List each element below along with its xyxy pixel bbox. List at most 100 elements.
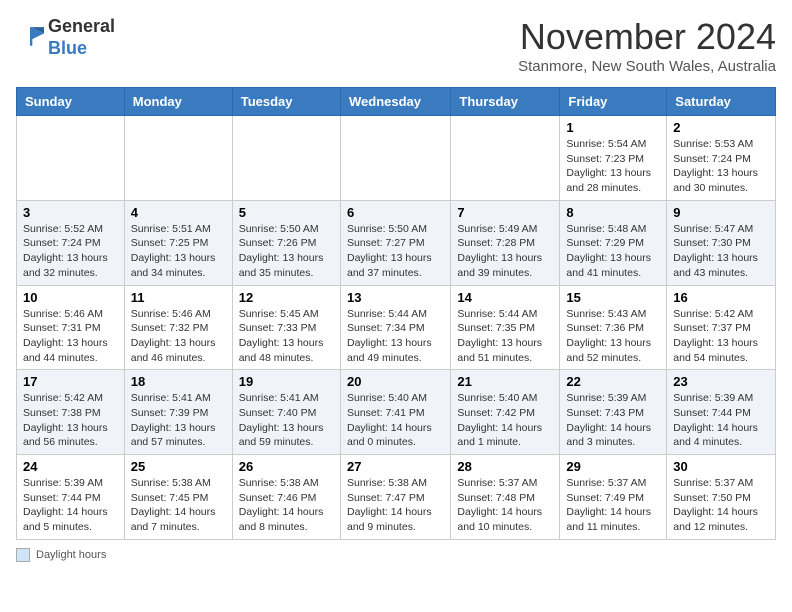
day-info: Sunrise: 5:49 AMSunset: 7:28 PMDaylight:… [457,222,553,281]
logo: General Blue [16,16,115,59]
day-number: 7 [457,205,553,220]
day-number: 27 [347,459,444,474]
day-cell [451,116,560,201]
day-info: Sunrise: 5:46 AMSunset: 7:31 PMDaylight:… [23,307,118,366]
day-cell: 3 Sunrise: 5:52 AMSunset: 7:24 PMDaylight… [17,200,125,285]
calendar-table: SundayMondayTuesdayWednesdayThursdayFrid… [16,87,776,540]
day-info: Sunrise: 5:41 AMSunset: 7:40 PMDaylight:… [239,391,334,450]
day-info: Sunrise: 5:53 AMSunset: 7:24 PMDaylight:… [673,137,769,196]
day-number: 20 [347,374,444,389]
week-row-1: 1Sunrise: 5:54 AMSunset: 7:23 PMDaylight… [17,116,776,201]
legend-label: Daylight hours [36,549,106,561]
header-area: General Blue November 2024 Stanmore, New… [16,16,776,75]
day-number: 13 [347,290,444,305]
day-header-thursday: Thursday [451,88,560,116]
day-header-sunday: Sunday [17,88,125,116]
day-cell: 5 Sunrise: 5:50 AMSunset: 7:26 PMDaylight… [232,200,340,285]
day-cell: 27 Sunrise: 5:38 AMSunset: 7:47 PMDayligh… [340,455,450,540]
day-number: 15 [566,290,660,305]
day-number: 3 [23,205,118,220]
day-cell: 22 Sunrise: 5:39 AMSunset: 7:43 PMDayligh… [560,370,667,455]
week-row-2: 3 Sunrise: 5:52 AMSunset: 7:24 PMDaylight… [17,200,776,285]
day-cell: 7 Sunrise: 5:49 AMSunset: 7:28 PMDaylight… [451,200,560,285]
day-header-wednesday: Wednesday [340,88,450,116]
day-cell: 18 Sunrise: 5:41 AMSunset: 7:39 PMDayligh… [124,370,232,455]
day-cell: 16 Sunrise: 5:42 AMSunset: 7:37 PMDayligh… [667,285,776,370]
generalblue-logo-icon [16,24,44,52]
day-cell [124,116,232,201]
day-number: 26 [239,459,334,474]
logo-general: General [48,16,115,36]
day-number: 12 [239,290,334,305]
day-cell: 21Sunrise: 5:40 AMSunset: 7:42 PMDayligh… [451,370,560,455]
day-number: 23 [673,374,769,389]
page-wrapper: General Blue November 2024 Stanmore, New… [16,16,776,562]
day-info: Sunrise: 5:45 AMSunset: 7:33 PMDaylight:… [239,307,334,366]
day-cell: 8 Sunrise: 5:48 AMSunset: 7:29 PMDaylight… [560,200,667,285]
logo-blue: Blue [48,38,87,58]
day-number: 24 [23,459,118,474]
day-cell: 12 Sunrise: 5:45 AMSunset: 7:33 PMDayligh… [232,285,340,370]
day-cell: 13 Sunrise: 5:44 AMSunset: 7:34 PMDayligh… [340,285,450,370]
day-number: 4 [131,205,226,220]
day-info: Sunrise: 5:52 AMSunset: 7:24 PMDaylight:… [23,222,118,281]
day-cell: 15Sunrise: 5:43 AMSunset: 7:36 PMDayligh… [560,285,667,370]
location-subtitle: Stanmore, New South Wales, Australia [518,58,776,75]
day-info: Sunrise: 5:46 AMSunset: 7:32 PMDaylight:… [131,307,226,366]
day-info: Sunrise: 5:44 AMSunset: 7:34 PMDaylight:… [347,307,444,366]
day-info: Sunrise: 5:40 AMSunset: 7:42 PMDaylight:… [457,391,553,450]
day-number: 18 [131,374,226,389]
day-info: Sunrise: 5:44 AMSunset: 7:35 PMDaylight:… [457,307,553,366]
week-row-4: 17 Sunrise: 5:42 AMSunset: 7:38 PMDayligh… [17,370,776,455]
title-area: November 2024 Stanmore, New South Wales,… [518,16,776,75]
day-cell: 6Sunrise: 5:50 AMSunset: 7:27 PMDaylight… [340,200,450,285]
day-info: Sunrise: 5:42 AMSunset: 7:38 PMDaylight:… [23,391,118,450]
day-info: Sunrise: 5:40 AMSunset: 7:41 PMDaylight:… [347,391,444,450]
day-cell: 2 Sunrise: 5:53 AMSunset: 7:24 PMDaylight… [667,116,776,201]
day-header-saturday: Saturday [667,88,776,116]
day-cell: 11Sunrise: 5:46 AMSunset: 7:32 PMDayligh… [124,285,232,370]
day-info: Sunrise: 5:37 AMSunset: 7:49 PMDaylight:… [566,476,660,535]
calendar-header: SundayMondayTuesdayWednesdayThursdayFrid… [17,88,776,116]
day-info: Sunrise: 5:39 AMSunset: 7:44 PMDaylight:… [673,391,769,450]
day-info: Sunrise: 5:51 AMSunset: 7:25 PMDaylight:… [131,222,226,281]
day-number: 5 [239,205,334,220]
day-cell: 19Sunrise: 5:41 AMSunset: 7:40 PMDayligh… [232,370,340,455]
day-cell: 17 Sunrise: 5:42 AMSunset: 7:38 PMDayligh… [17,370,125,455]
day-cell: 23 Sunrise: 5:39 AMSunset: 7:44 PMDayligh… [667,370,776,455]
day-info: Sunrise: 5:41 AMSunset: 7:39 PMDaylight:… [131,391,226,450]
day-info: Sunrise: 5:50 AMSunset: 7:26 PMDaylight:… [239,222,334,281]
day-number: 8 [566,205,660,220]
day-info: Sunrise: 5:37 AMSunset: 7:48 PMDaylight:… [457,476,553,535]
logo-text: General Blue [48,16,115,59]
day-info: Sunrise: 5:37 AMSunset: 7:50 PMDaylight:… [673,476,769,535]
day-number: 6 [347,205,444,220]
legend: Daylight hours [16,548,776,562]
day-number: 22 [566,374,660,389]
day-cell [232,116,340,201]
day-cell: 25Sunrise: 5:38 AMSunset: 7:45 PMDayligh… [124,455,232,540]
day-number: 30 [673,459,769,474]
day-number: 17 [23,374,118,389]
day-number: 14 [457,290,553,305]
day-cell: 30 Sunrise: 5:37 AMSunset: 7:50 PMDayligh… [667,455,776,540]
day-info: Sunrise: 5:48 AMSunset: 7:29 PMDaylight:… [566,222,660,281]
day-number: 10 [23,290,118,305]
day-header-tuesday: Tuesday [232,88,340,116]
day-cell: 4 Sunrise: 5:51 AMSunset: 7:25 PMDaylight… [124,200,232,285]
week-row-3: 10 Sunrise: 5:46 AMSunset: 7:31 PMDayligh… [17,285,776,370]
day-info: Sunrise: 5:38 AMSunset: 7:47 PMDaylight:… [347,476,444,535]
day-cell: 24Sunrise: 5:39 AMSunset: 7:44 PMDayligh… [17,455,125,540]
day-number: 2 [673,120,769,135]
day-info: Sunrise: 5:47 AMSunset: 7:30 PMDaylight:… [673,222,769,281]
day-header-monday: Monday [124,88,232,116]
legend-box [16,548,30,562]
day-number: 16 [673,290,769,305]
day-number: 25 [131,459,226,474]
day-cell [340,116,450,201]
day-info: Sunrise: 5:39 AMSunset: 7:43 PMDaylight:… [566,391,660,450]
calendar-body: 1Sunrise: 5:54 AMSunset: 7:23 PMDaylight… [17,116,776,540]
day-number: 29 [566,459,660,474]
day-info: Sunrise: 5:42 AMSunset: 7:37 PMDaylight:… [673,307,769,366]
day-header-friday: Friday [560,88,667,116]
